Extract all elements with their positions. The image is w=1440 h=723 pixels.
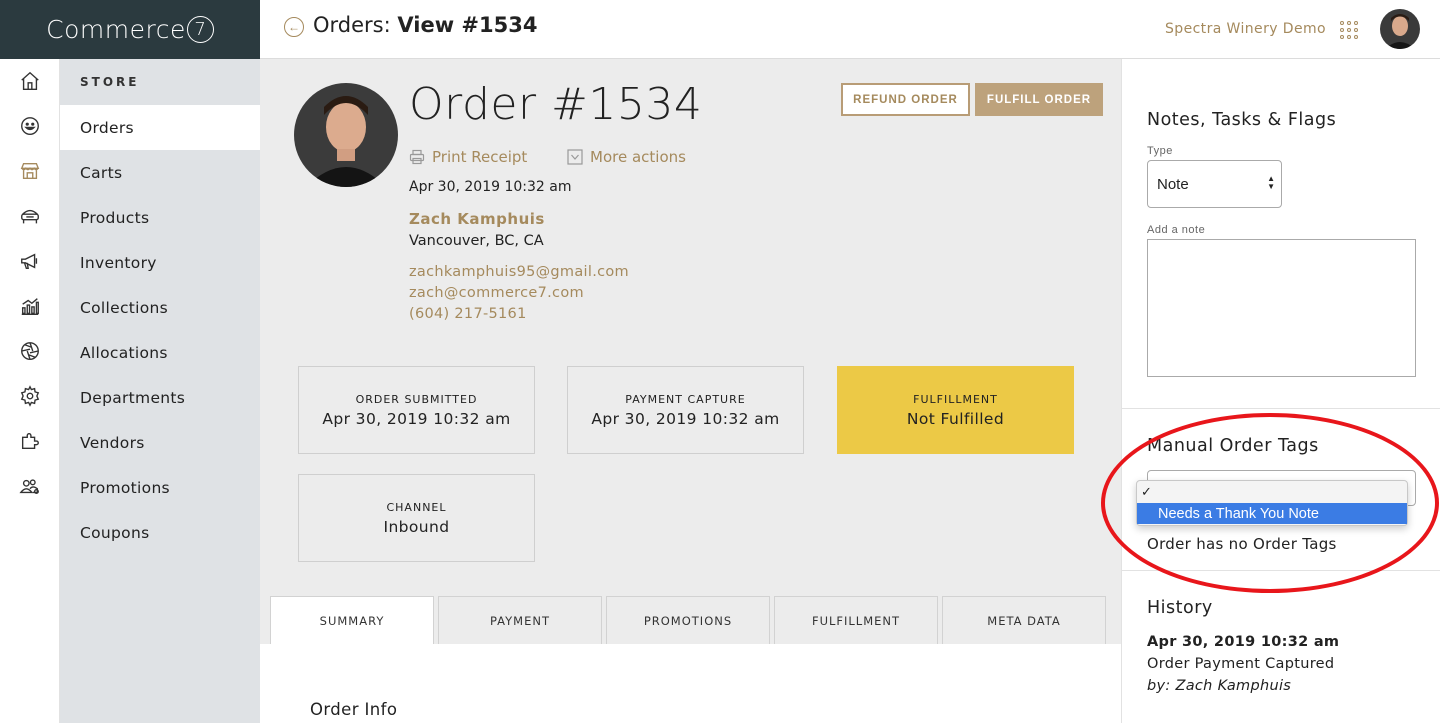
store-subnav: STORE Orders Carts Products Inventory Co… [60,59,260,723]
customer-name-link[interactable]: Zach Kamphuis [409,210,545,228]
status-value: Apr 30, 2019 10:32 am [322,409,511,428]
order-info-title: Order Info [310,700,398,719]
status-value: Not Fulfilled [906,409,1005,428]
subnav-item-collections[interactable]: Collections [60,285,260,330]
chevron-down-box-icon [567,149,583,165]
customer-email-secondary[interactable]: zach@commerce7.com [409,285,584,301]
notes-panel: Notes, Tasks & Flags Type Note ▲ ▼ Add a … [1121,59,1440,723]
subnav-item-promotions[interactable]: Promotions [60,465,260,510]
user-avatar[interactable] [1380,9,1420,49]
puzzle-icon[interactable] [16,427,44,455]
order-date: Apr 30, 2019 10:32 am [409,179,572,195]
subnav-heading: STORE [80,75,140,89]
status-label: CHANNEL [386,500,447,514]
store-icon[interactable] [16,157,44,185]
no-tags-message: Order has no Order Tags [1147,535,1337,553]
commerce7-logo[interactable]: Commerce 7 [0,0,260,59]
wine-club-icon[interactable] [16,202,44,230]
subnav-item-vendors[interactable]: Vendors [60,420,260,465]
logo-mark: 7 [186,16,214,43]
tab-fulfillment[interactable]: FULFILLMENT [774,596,938,644]
fulfillment-status-card: FULFILLMENT Not Fulfilled [837,366,1074,454]
status-label: ORDER SUBMITTED [355,392,478,406]
add-note-label: Add a note [1147,224,1206,236]
more-actions-label: More actions [590,148,686,166]
home-icon[interactable] [16,67,44,95]
subnav-item-coupons[interactable]: Coupons [60,510,260,555]
customer-photo [294,83,398,187]
settings-icon[interactable] [16,382,44,410]
subnav-item-carts[interactable]: Carts [60,150,260,195]
status-value: Inbound [383,517,450,536]
more-actions-link[interactable]: More actions [567,148,686,166]
history-event: Order Payment Captured [1147,656,1335,672]
status-value: Apr 30, 2019 10:32 am [591,409,780,428]
printer-icon [409,149,425,165]
back-arrow-icon[interactable]: ← [284,17,304,37]
apps-grid-icon[interactable] [1340,21,1358,39]
type-label: Type [1147,145,1173,157]
top-bar: Commerce 7 ← Orders: View #1534 Spectra … [0,0,1440,59]
dropdown-option-thank-you-note[interactable]: Needs a Thank You Note [1137,503,1407,524]
payment-capture-card: PAYMENT CAPTURE Apr 30, 2019 10:32 am [567,366,804,454]
logo-text: Commerce [46,15,186,44]
subnav-item-products[interactable]: Products [60,195,260,240]
order-submitted-card: ORDER SUBMITTED Apr 30, 2019 10:32 am [298,366,535,454]
summary-panel: Order Info [260,644,1121,723]
status-label: PAYMENT CAPTURE [625,392,746,406]
print-receipt-link[interactable]: Print Receipt [409,148,527,166]
megaphone-icon[interactable] [16,247,44,275]
manual-tags-heading: Manual Order Tags [1147,436,1319,456]
order-title: Order #1534 [409,79,703,130]
status-label: FULFILLMENT [913,392,998,406]
note-textarea[interactable] [1147,239,1416,377]
tab-summary[interactable]: SUMMARY [270,596,434,644]
order-tabs: SUMMARY PAYMENT PROMOTIONS FULFILLMENT M… [270,596,1106,644]
smile-icon[interactable] [16,112,44,140]
history-author: by: Zach Kamphuis [1147,678,1292,694]
notes-heading: Notes, Tasks & Flags [1147,110,1337,130]
history-date: Apr 30, 2019 10:32 am [1147,634,1340,650]
subnav-item-inventory[interactable]: Inventory [60,240,260,285]
channel-card: CHANNEL Inbound [298,474,535,562]
customer-email-primary[interactable]: zachkamphuis95@gmail.com [409,264,629,280]
tab-promotions[interactable]: PROMOTIONS [606,596,770,644]
note-type-value: Note [1157,175,1189,193]
tab-payment[interactable]: PAYMENT [438,596,602,644]
page-title-main: View #1534 [397,13,538,37]
reports-icon[interactable] [16,292,44,320]
history-heading: History [1147,598,1213,618]
customer-phone[interactable]: (604) 217-5161 [409,306,527,322]
print-receipt-label: Print Receipt [432,148,528,166]
dropdown-blank-option[interactable]: ✓ [1137,481,1407,502]
users-icon[interactable] [16,472,44,500]
customer-location: Vancouver, BC, CA [409,233,544,249]
tenant-name[interactable]: Spectra Winery Demo [1165,21,1326,37]
divider [1122,570,1440,571]
tab-meta-data[interactable]: META DATA [942,596,1106,644]
tag-dropdown-menu: ✓ Needs a Thank You Note [1136,480,1408,526]
aperture-icon[interactable] [16,337,44,365]
page-title: Orders: View #1534 [313,13,537,37]
page-title-prefix: Orders: [313,13,391,37]
order-detail: Order #1534 REFUND ORDER FULFILL ORDER P… [260,59,1121,723]
divider [1122,408,1440,409]
subnav-item-orders[interactable]: Orders [60,105,260,150]
refund-order-button[interactable]: REFUND ORDER [841,83,970,116]
subnav-item-departments[interactable]: Departments [60,375,260,420]
fulfill-order-button[interactable]: FULFILL ORDER [975,83,1103,116]
note-type-select[interactable]: Note ▲ ▼ [1147,160,1282,208]
subnav-item-allocations[interactable]: Allocations [60,330,260,375]
select-arrows-icon: ▲▼ [1267,174,1275,191]
icon-rail [0,59,60,723]
